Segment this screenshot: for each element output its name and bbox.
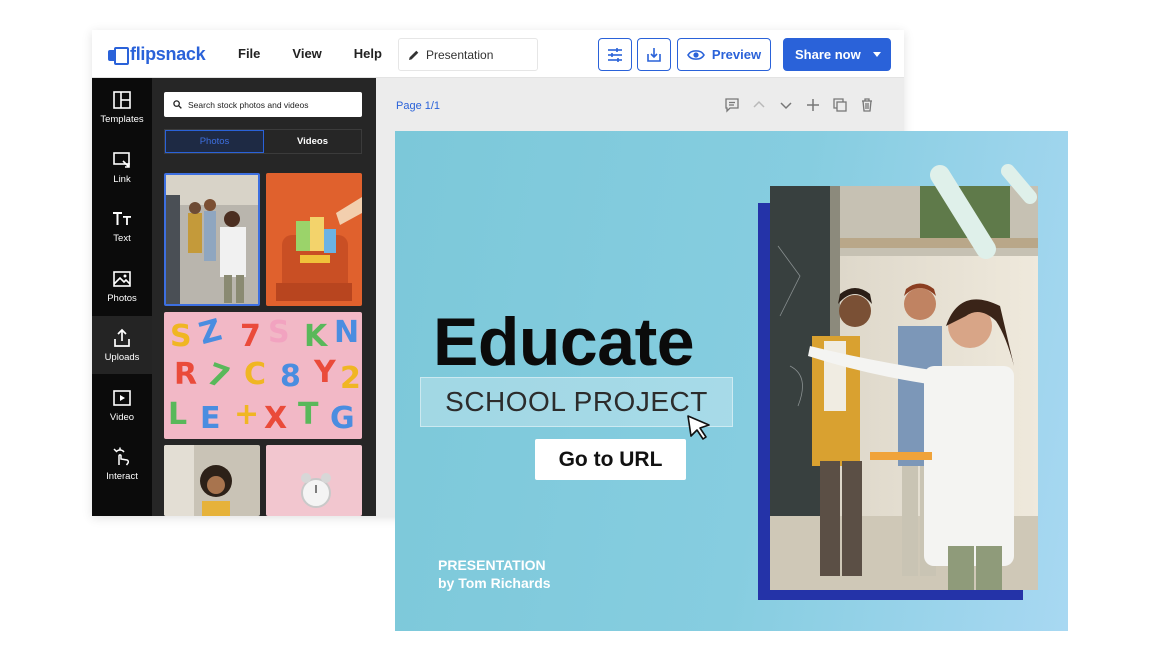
tool-templates[interactable]: Templates bbox=[92, 78, 152, 136]
go-to-url-button[interactable]: Go to URL bbox=[535, 439, 686, 480]
tool-label: Templates bbox=[100, 113, 144, 125]
tool-link[interactable]: Link bbox=[92, 138, 152, 196]
svg-text:K: K bbox=[304, 319, 329, 354]
tool-label: Text bbox=[113, 232, 131, 244]
link-icon bbox=[113, 151, 130, 168]
slide-author-name[interactable]: by Tom Richards bbox=[438, 575, 551, 591]
settings-button[interactable] bbox=[598, 38, 632, 71]
text-icon bbox=[113, 211, 131, 225]
eye-icon bbox=[687, 49, 705, 60]
top-bar: flipsnack File View Help Presentation Pr… bbox=[92, 30, 904, 78]
tool-rail: Templates Link Text Photos Uploads Video bbox=[92, 78, 152, 516]
svg-text:2: 2 bbox=[340, 361, 361, 396]
tool-interact[interactable]: Interact bbox=[92, 435, 152, 493]
chevron-down-icon[interactable] bbox=[873, 52, 881, 57]
share-label: Share now bbox=[795, 47, 861, 62]
svg-text:S: S bbox=[268, 315, 290, 350]
download-icon bbox=[647, 47, 661, 62]
menu-file[interactable]: File bbox=[238, 46, 260, 61]
menu-view[interactable]: View bbox=[292, 46, 321, 61]
tool-photos[interactable]: Photos bbox=[92, 257, 152, 315]
svg-text:+: + bbox=[234, 397, 259, 432]
tab-videos[interactable]: Videos bbox=[264, 130, 361, 153]
sliders-icon bbox=[608, 47, 622, 62]
logo-text: flipsnack bbox=[130, 44, 206, 64]
svg-text:L: L bbox=[168, 397, 187, 432]
stock-photo-backpack[interactable] bbox=[266, 173, 362, 306]
page-indicator: Page 1/1 bbox=[396, 100, 441, 112]
svg-text:7: 7 bbox=[240, 319, 261, 354]
preview-button[interactable]: Preview bbox=[677, 38, 771, 71]
media-tabs: Photos Videos bbox=[164, 129, 362, 154]
stock-photo-letters[interactable]: S Z 7 S K N R 7 C 8 Y 2 L E + X T G bbox=[164, 312, 362, 439]
video-icon bbox=[113, 389, 131, 406]
slide-title[interactable]: Educate bbox=[433, 303, 695, 381]
comment-icon[interactable] bbox=[724, 97, 740, 113]
svg-text:S: S bbox=[170, 319, 192, 354]
decorative-pills-icon bbox=[930, 164, 1037, 259]
slide-canvas[interactable]: Educate SCHOOL PROJECT Go to URL PRESENT… bbox=[395, 131, 1068, 631]
document-title: Presentation bbox=[426, 47, 494, 62]
flipsnack-logo-icon bbox=[108, 47, 129, 65]
interact-icon bbox=[113, 447, 130, 465]
search-icon bbox=[173, 100, 182, 109]
stage: flipsnack File View Help Presentation Pr… bbox=[0, 0, 1160, 663]
page-tools bbox=[724, 97, 875, 113]
stock-photo-woman[interactable] bbox=[164, 445, 260, 516]
svg-text:G: G bbox=[330, 401, 355, 436]
document-title-field[interactable]: Presentation bbox=[398, 38, 538, 71]
download-button[interactable] bbox=[637, 38, 671, 71]
upload-icon bbox=[114, 328, 130, 347]
tool-uploads[interactable]: Uploads bbox=[92, 316, 152, 374]
svg-text:E: E bbox=[200, 401, 221, 436]
svg-text:Y: Y bbox=[313, 355, 337, 390]
tool-label: Uploads bbox=[104, 351, 140, 363]
svg-text:8: 8 bbox=[280, 359, 301, 394]
stock-panel: Search stock photos and videos Photos Vi… bbox=[152, 78, 376, 516]
woman-image bbox=[164, 445, 260, 516]
svg-text:C: C bbox=[244, 357, 266, 392]
add-page-icon[interactable] bbox=[805, 97, 821, 113]
tool-label: Video bbox=[109, 411, 135, 423]
logo[interactable]: flipsnack bbox=[108, 44, 206, 65]
chevron-down-icon[interactable] bbox=[778, 97, 794, 113]
chevron-up-icon[interactable] bbox=[751, 97, 767, 113]
templates-icon bbox=[113, 90, 131, 109]
svg-text:X: X bbox=[264, 401, 287, 436]
svg-text:T: T bbox=[298, 397, 319, 432]
letters-image: S Z 7 S K N R 7 C 8 Y 2 L E + X T G bbox=[164, 312, 362, 439]
tool-label: Interact bbox=[106, 470, 138, 482]
clock-image bbox=[266, 445, 362, 516]
pointer-cursor-icon bbox=[687, 415, 710, 440]
preview-label: Preview bbox=[711, 47, 762, 62]
slide-subtitle: SCHOOL PROJECT bbox=[445, 386, 708, 417]
tool-text[interactable]: Text bbox=[92, 197, 152, 255]
stock-photo-students[interactable] bbox=[164, 173, 260, 306]
search-placeholder: Search stock photos and videos bbox=[188, 99, 309, 110]
pencil-icon bbox=[409, 50, 419, 60]
menu-help[interactable]: Help bbox=[354, 46, 382, 61]
duplicate-icon[interactable] bbox=[832, 97, 848, 113]
tool-label: Link bbox=[113, 173, 131, 185]
trash-icon[interactable] bbox=[859, 97, 875, 113]
backpack-image bbox=[266, 173, 362, 306]
photos-icon bbox=[113, 270, 131, 287]
svg-text:R: R bbox=[174, 357, 197, 392]
svg-text:N: N bbox=[334, 315, 359, 350]
students-image bbox=[166, 175, 258, 304]
stock-photo-clock[interactable] bbox=[266, 445, 362, 516]
tool-label: Photos bbox=[107, 292, 137, 304]
share-button[interactable]: Share now bbox=[783, 38, 891, 71]
tool-video[interactable]: Video bbox=[92, 376, 152, 434]
tab-photos[interactable]: Photos bbox=[165, 130, 264, 153]
stock-search-input[interactable]: Search stock photos and videos bbox=[164, 92, 362, 117]
slide-author-label[interactable]: PRESENTATION bbox=[438, 557, 546, 573]
main-menu: File View Help bbox=[238, 46, 382, 61]
